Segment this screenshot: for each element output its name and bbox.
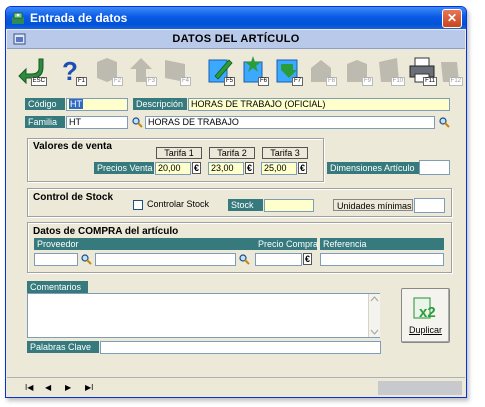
new-button[interactable]: F6 bbox=[239, 54, 269, 86]
palabras-clave-label: Palabras Clave bbox=[27, 341, 99, 353]
print-button[interactable]: F11 bbox=[407, 54, 437, 86]
proveedor-name-search-icon[interactable] bbox=[239, 254, 250, 265]
key-hint: F8 bbox=[325, 77, 337, 86]
proveedor-search-icon[interactable] bbox=[81, 254, 92, 265]
exit-button[interactable]: ESC bbox=[17, 54, 47, 86]
key-hint: F2 bbox=[111, 77, 123, 86]
tarifa3-header: Tarifa 3 bbox=[262, 147, 308, 159]
proveedor-label: Proveedor bbox=[34, 238, 255, 250]
scroll-up-icon[interactable] bbox=[369, 294, 380, 304]
comentarios-textarea[interactable] bbox=[27, 293, 380, 338]
referencia-field[interactable] bbox=[320, 253, 444, 266]
close-button[interactable]: ✕ bbox=[442, 9, 462, 28]
status-panel bbox=[378, 381, 462, 395]
precio1-field[interactable]: 20,00 bbox=[155, 162, 191, 175]
dimensiones-label: Dimensiones Artículo bbox=[327, 162, 419, 174]
tarifa1-header: Tarifa 1 bbox=[156, 147, 202, 159]
precio2-field[interactable]: 23,00 bbox=[208, 162, 244, 175]
precio3-euro-icon[interactable]: € bbox=[298, 162, 307, 174]
toolbar: ESC ? F1 F2 F3 F4 F5 F6 F7 F8 F9 F10 F11… bbox=[7, 49, 465, 91]
familia-name-field[interactable]: HORAS DE TRABAJO bbox=[145, 116, 435, 129]
duplicate-icon: x2 bbox=[413, 297, 436, 321]
key-hint: F12 bbox=[448, 77, 463, 86]
section-header: DATOS DEL ARTÍCULO bbox=[7, 30, 465, 49]
descripcion-label: Descripción bbox=[133, 98, 187, 110]
stock-group-title: Control de Stock bbox=[33, 192, 114, 203]
comentarios-label: Comentarios bbox=[27, 281, 88, 293]
key-hint: F3 bbox=[145, 77, 157, 86]
key-hint: ESC bbox=[30, 77, 47, 86]
duplicar-button[interactable]: x2 Duplicar bbox=[401, 288, 450, 343]
familia-label: Familia bbox=[25, 116, 65, 128]
proveedor-code-field[interactable] bbox=[34, 253, 78, 266]
key-hint: F4 bbox=[179, 77, 191, 86]
duplicate-icon-text: x2 bbox=[419, 304, 436, 321]
comentarios-scrollbar[interactable] bbox=[368, 294, 380, 337]
precio1-euro-icon[interactable]: € bbox=[192, 162, 201, 174]
edit-button[interactable]: F5 bbox=[205, 54, 235, 86]
prev-record-nav-icon[interactable]: ◀ bbox=[45, 382, 51, 394]
key-hint: F6 bbox=[257, 77, 269, 86]
prev-record-button[interactable]: F3 bbox=[127, 54, 157, 86]
section-title: DATOS DEL ARTÍCULO bbox=[172, 33, 300, 45]
key-hint: F9 bbox=[361, 77, 373, 86]
key-hint: F5 bbox=[223, 77, 235, 86]
familia-name-search-icon[interactable] bbox=[439, 117, 450, 128]
precio3-field[interactable]: 25,00 bbox=[261, 162, 297, 175]
data-entry-window: Entrada de datos ✕ DATOS DEL ARTÍCULO ES… bbox=[5, 6, 467, 398]
tools-button[interactable]: F12 bbox=[437, 54, 463, 86]
key-hint: F10 bbox=[390, 77, 405, 86]
help-button[interactable]: ? F1 bbox=[57, 54, 87, 86]
stock-label: Stock bbox=[228, 199, 263, 211]
stock-field[interactable] bbox=[264, 199, 314, 212]
precios-venta-label: Precios Venta bbox=[94, 162, 154, 174]
record-navigator: I◀ ◀ ▶ ▶I bbox=[7, 377, 465, 397]
delete-button[interactable]: F8 bbox=[307, 54, 337, 86]
app-icon bbox=[12, 12, 24, 24]
precio-compra-label: Precio Compra bbox=[255, 238, 318, 250]
proveedor-name-field[interactable] bbox=[95, 253, 236, 266]
key-hint: F7 bbox=[291, 77, 303, 86]
precio-compra-field[interactable] bbox=[255, 253, 302, 266]
precio2-euro-icon[interactable]: € bbox=[245, 162, 254, 174]
referencia-label: Referencia bbox=[320, 238, 444, 250]
precio-compra-euro-icon[interactable]: € bbox=[303, 253, 312, 265]
next-record-nav-icon[interactable]: ▶ bbox=[65, 382, 71, 394]
controlar-stock-checkbox[interactable] bbox=[133, 200, 143, 210]
save-button[interactable]: F7 bbox=[273, 54, 303, 86]
first-record-nav-icon[interactable]: I◀ bbox=[25, 382, 33, 394]
controlar-stock-label: Controlar Stock bbox=[147, 199, 210, 209]
codigo-field[interactable]: HT bbox=[66, 98, 128, 111]
key-hint: F11 bbox=[423, 77, 437, 86]
last-record-nav-icon[interactable]: ▶I bbox=[85, 382, 93, 394]
next-record-button[interactable]: F4 bbox=[161, 54, 191, 86]
window-title: Entrada de datos bbox=[30, 11, 128, 25]
descripcion-field[interactable]: HORAS DE TRABAJO (OFICIAL) bbox=[188, 98, 450, 111]
key-hint: F1 bbox=[75, 77, 87, 86]
scroll-down-icon[interactable] bbox=[369, 327, 380, 337]
dimensiones-field[interactable] bbox=[419, 160, 450, 175]
palabras-clave-field[interactable] bbox=[100, 341, 381, 354]
title-bar[interactable]: Entrada de datos ✕ bbox=[6, 7, 466, 29]
compra-group-title: Datos de COMPRA del artículo bbox=[33, 226, 179, 237]
unidades-minimas-field[interactable] bbox=[414, 198, 445, 213]
familia-search-icon[interactable] bbox=[132, 117, 143, 128]
tarifa2-header: Tarifa 2 bbox=[209, 147, 255, 159]
codigo-value: HT bbox=[69, 99, 83, 109]
ventas-group-title: Valores de venta bbox=[33, 141, 112, 152]
codigo-label: Código bbox=[25, 98, 65, 110]
copy-button[interactable]: F9 bbox=[343, 54, 373, 86]
duplicar-label: Duplicar bbox=[408, 325, 442, 335]
paste-button[interactable]: F10 bbox=[375, 54, 405, 86]
first-record-button[interactable]: F2 bbox=[93, 54, 123, 86]
unidades-minimas-label: Unidades mínimas bbox=[333, 199, 413, 211]
familia-code-field[interactable]: HT bbox=[66, 116, 128, 129]
